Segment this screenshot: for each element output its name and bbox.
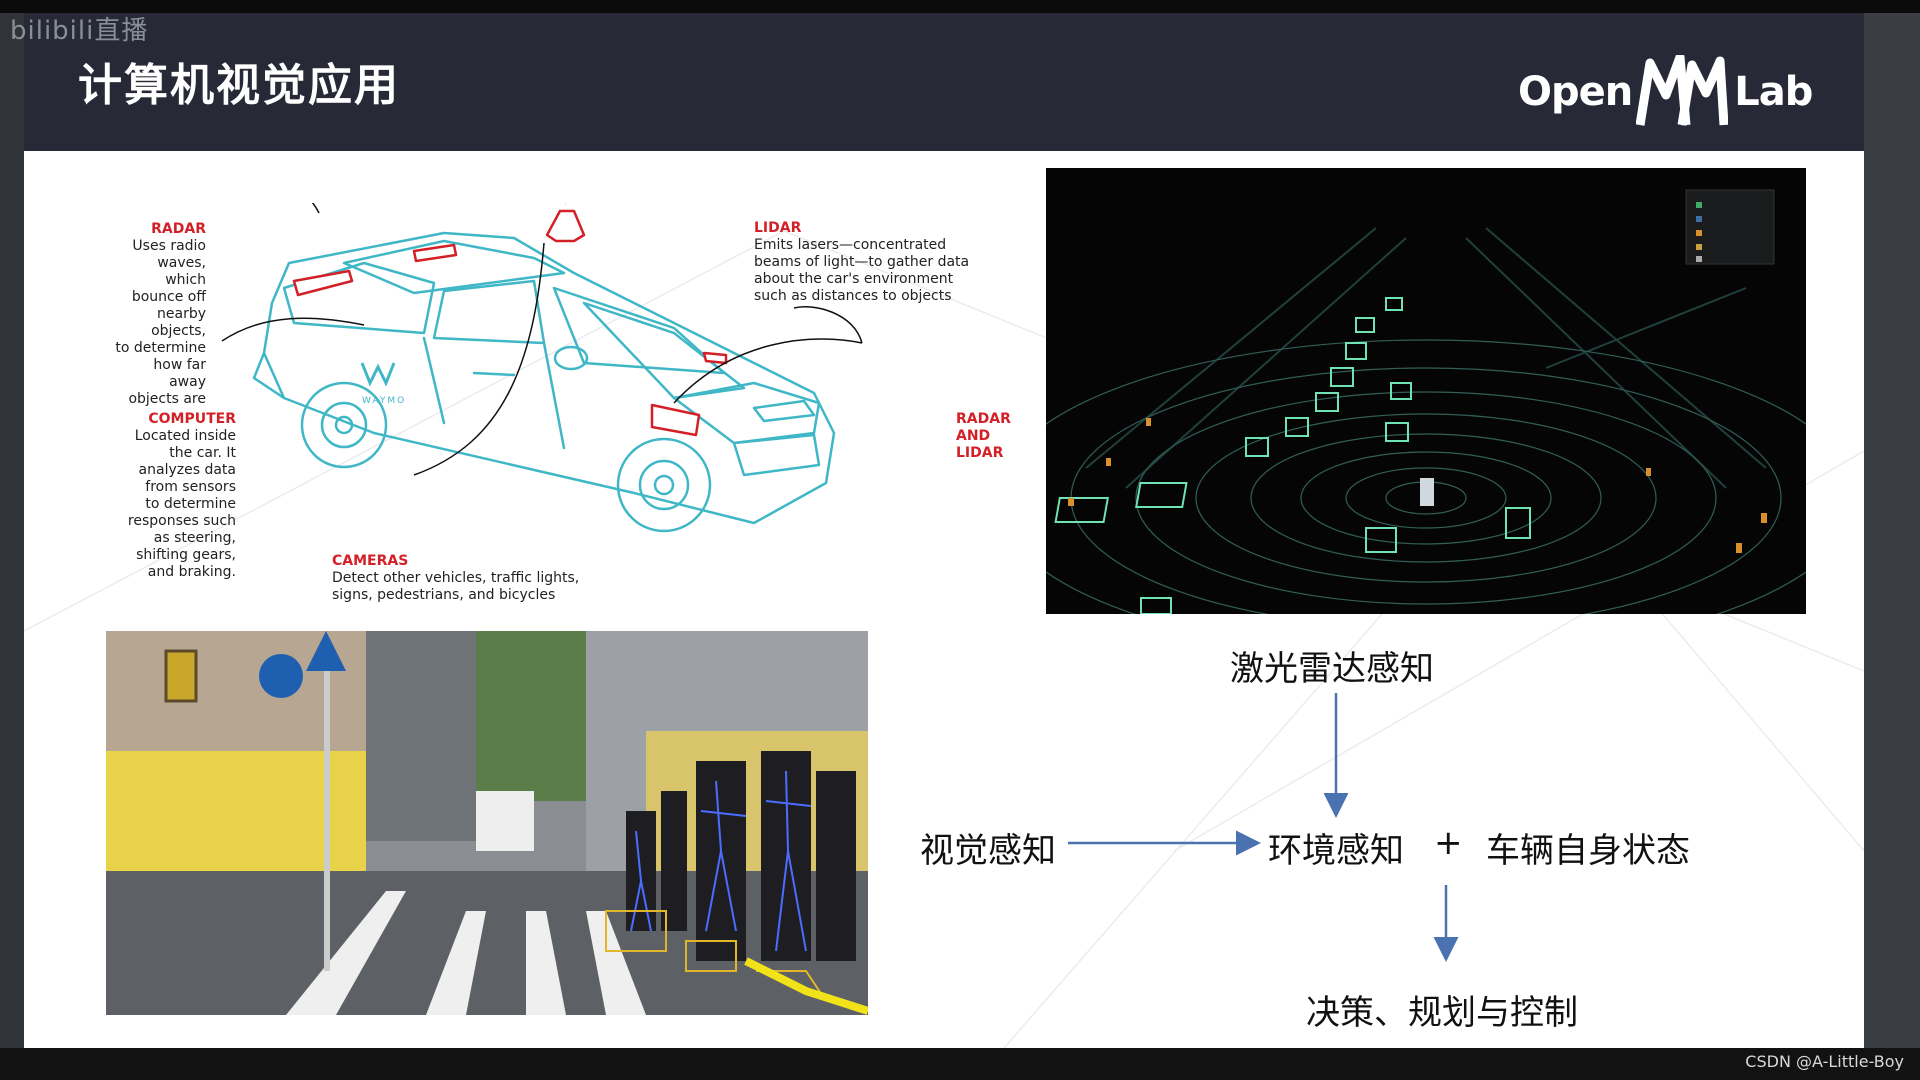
computer-line-2: the car. It: [169, 445, 236, 461]
lidar-perception-label: 激光雷达感知: [1230, 649, 1434, 689]
radar-line-5: to determine: [115, 340, 206, 356]
cameras-heading: CAMERAS: [332, 553, 409, 569]
radar-lidar-annotation: RADAR AND LIDAR: [956, 411, 1016, 462]
slide-header: 计算机视觉应用 Open Lab: [24, 13, 1864, 151]
lidar-annotation: LIDAR Emits lasers—concentrated beams of…: [754, 220, 994, 305]
computer-line-8: shifting gears,: [136, 547, 236, 563]
cameras-annotation: CAMERAS Detect other vehicles, traffic l…: [332, 553, 632, 604]
plus-sign: +: [1434, 823, 1463, 863]
radar-line-6: how far away: [153, 357, 206, 390]
top-bar: [0, 0, 1920, 13]
computer-line-7: as steering,: [153, 530, 236, 546]
radar-lidar-line-1: RADAR: [956, 411, 1011, 427]
lidar-heading: LIDAR: [754, 220, 802, 236]
computer-heading: COMPUTER: [148, 411, 236, 427]
lidar-line-4: such as distances to objects: [754, 288, 952, 304]
street-pedestrian-detection-image: [106, 631, 868, 1015]
cameras-line-1: Detect other vehicles, traffic lights,: [332, 570, 580, 586]
csdn-credit: CSDN @A-Little-Boy: [1745, 1052, 1904, 1071]
radar-heading: RADAR: [151, 221, 206, 237]
rear-radar-sensor: [292, 269, 354, 297]
vehicle-state-label: 车辆自身状态: [1486, 831, 1690, 871]
left-gutter: [0, 0, 24, 1080]
computer-line-6: responses such: [127, 513, 236, 529]
waymo-w-icon: [360, 362, 396, 387]
computer-line-1: Located inside: [134, 428, 236, 444]
openmmlab-logo: Open Lab: [1518, 47, 1813, 137]
visual-perception-label: 视觉感知: [920, 831, 1056, 871]
radar-line-4: nearby objects,: [151, 306, 206, 339]
computer-line-5: to determine: [145, 496, 236, 512]
radar-line-7: objects are: [128, 391, 206, 407]
radar-lidar-line-2: AND: [956, 428, 991, 444]
slide-title: 计算机视觉应用: [78, 60, 400, 111]
lidar-line-2: beams of light—to gather data: [754, 254, 970, 270]
front-radar-lidar-sensor: [702, 351, 728, 365]
cameras-line-2: signs, pedestrians, and bicycles: [332, 587, 556, 603]
radar-line-3: bounce off: [131, 289, 206, 305]
front-bumper-sensor: [650, 403, 701, 437]
bilibili-live-watermark: bilibili直播: [10, 16, 149, 46]
radar-line-1: Uses radio: [132, 238, 206, 254]
computer-annotation: COMPUTER Located inside the car. It anal…: [114, 411, 236, 581]
decision-planning-control-label: 决策、规划与控制: [1306, 993, 1578, 1033]
logo-open-text: Open: [1518, 69, 1633, 115]
bottom-strip: [0, 1048, 1920, 1080]
lidar-dome-sensor: [545, 209, 586, 243]
logo-m-icon: [1636, 55, 1729, 126]
street-visual: [106, 631, 868, 1015]
radar-annotation: RADAR Uses radio waves, which bounce off…: [114, 221, 206, 408]
lidar-line-3: about the car's environment: [754, 271, 954, 287]
logo-lab-text: Lab: [1734, 69, 1813, 115]
computer-line-3: analyzes data: [138, 462, 236, 478]
radar-lidar-line-3: LIDAR: [956, 445, 1004, 461]
lidar-line-1: Emits lasers—concentrated: [754, 237, 947, 253]
slide: 计算机视觉应用 Open Lab WAYMO RADAR Uses radio …: [24, 13, 1864, 1048]
radar-line-2: waves, which: [157, 255, 206, 288]
environment-perception-label: 环境感知: [1268, 831, 1404, 871]
lidar-legend-box: [1685, 189, 1775, 265]
lidar-point-cloud-image: [1046, 168, 1806, 614]
waymo-brand-text: WAYMO: [362, 396, 406, 406]
right-gutter: [1864, 0, 1920, 1080]
computer-line-4: from sensors: [145, 479, 236, 495]
point-cloud-visual: [1046, 168, 1806, 614]
computer-line-9: and braking.: [147, 564, 236, 580]
car-sensor-diagram: WAYMO RADAR Uses radio waves, which boun…: [114, 203, 1014, 623]
